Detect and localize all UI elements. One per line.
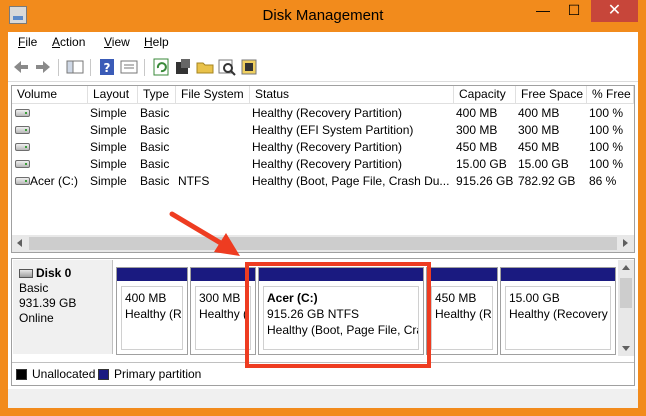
annotation-arrow-icon <box>169 211 240 256</box>
disk-management-window: Disk Management — ☐ ✕ File Action View H… <box>0 0 646 416</box>
